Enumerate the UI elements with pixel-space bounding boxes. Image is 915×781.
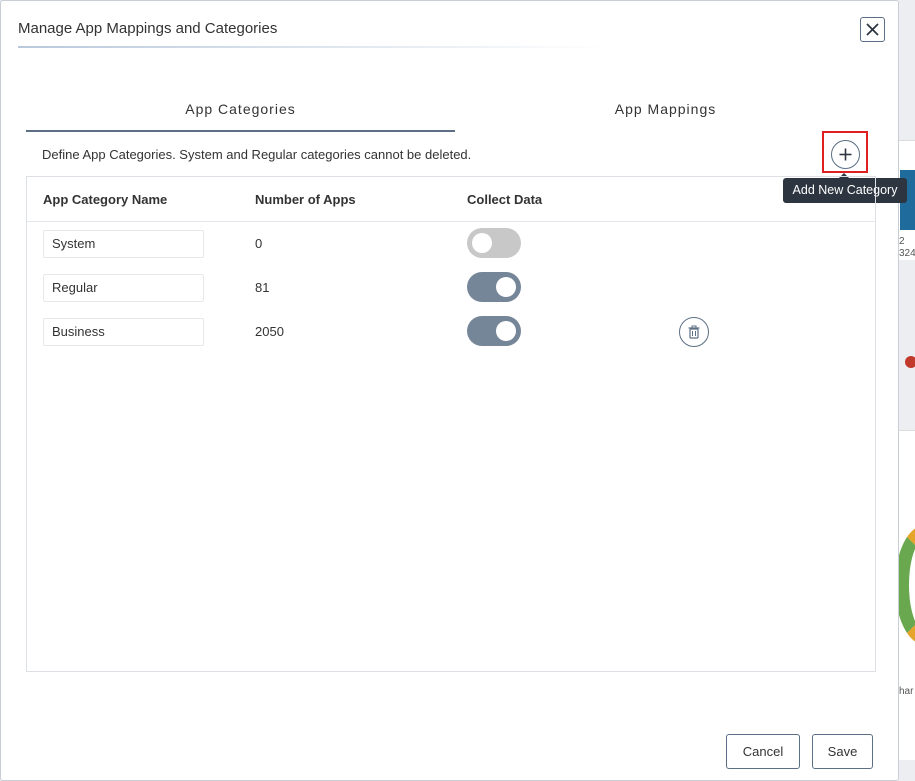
modal-title: Manage App Mappings and Categories <box>18 20 278 37</box>
save-button[interactable]: Save <box>812 734 873 769</box>
background-text: 2 <box>899 236 905 247</box>
column-header-collect: Collect Data <box>467 192 543 207</box>
cancel-button[interactable]: Cancel <box>726 734 800 769</box>
column-header-name: App Category Name <box>43 192 168 207</box>
tab-bar: App Categories App Mappings <box>26 91 876 132</box>
table-header: App Category Name Number of Apps Collect… <box>27 177 875 222</box>
toggle-knob <box>472 233 492 253</box>
tab-description: Define App Categories. System and Regula… <box>42 147 472 162</box>
app-count: 2050 <box>255 324 284 339</box>
tab-app-mappings[interactable]: App Mappings <box>451 91 880 132</box>
toggle-knob <box>496 321 516 341</box>
table-row: System 0 <box>27 222 875 266</box>
toggle-knob <box>496 277 516 297</box>
category-name-field[interactable]: Regular <box>43 274 204 302</box>
collect-data-toggle[interactable] <box>467 228 521 258</box>
manage-mappings-modal: Manage App Mappings and Categories App C… <box>0 0 907 781</box>
categories-table: App Category Name Number of Apps Collect… <box>26 176 876 672</box>
background-text: har <box>899 686 914 697</box>
title-divider <box>18 46 608 48</box>
background-dot <box>905 356 915 368</box>
close-button[interactable] <box>860 17 885 42</box>
trash-icon <box>688 325 700 339</box>
background-text: 324 <box>899 248 915 259</box>
table-row: Regular 81 <box>27 266 875 310</box>
close-icon <box>866 23 879 36</box>
app-count: 0 <box>255 236 263 251</box>
add-new-category-button[interactable] <box>831 140 860 169</box>
table-row: Business 2050 <box>27 310 875 354</box>
delete-category-button[interactable] <box>679 317 709 347</box>
tab-app-categories[interactable]: App Categories <box>26 91 455 132</box>
category-name-field[interactable]: System <box>43 230 204 258</box>
plus-icon <box>839 148 852 161</box>
app-count: 81 <box>255 280 270 295</box>
collect-data-toggle[interactable] <box>467 316 521 346</box>
column-header-apps: Number of Apps <box>255 192 356 207</box>
collect-data-toggle[interactable] <box>467 272 521 302</box>
category-name-field[interactable]: Business <box>43 318 204 346</box>
